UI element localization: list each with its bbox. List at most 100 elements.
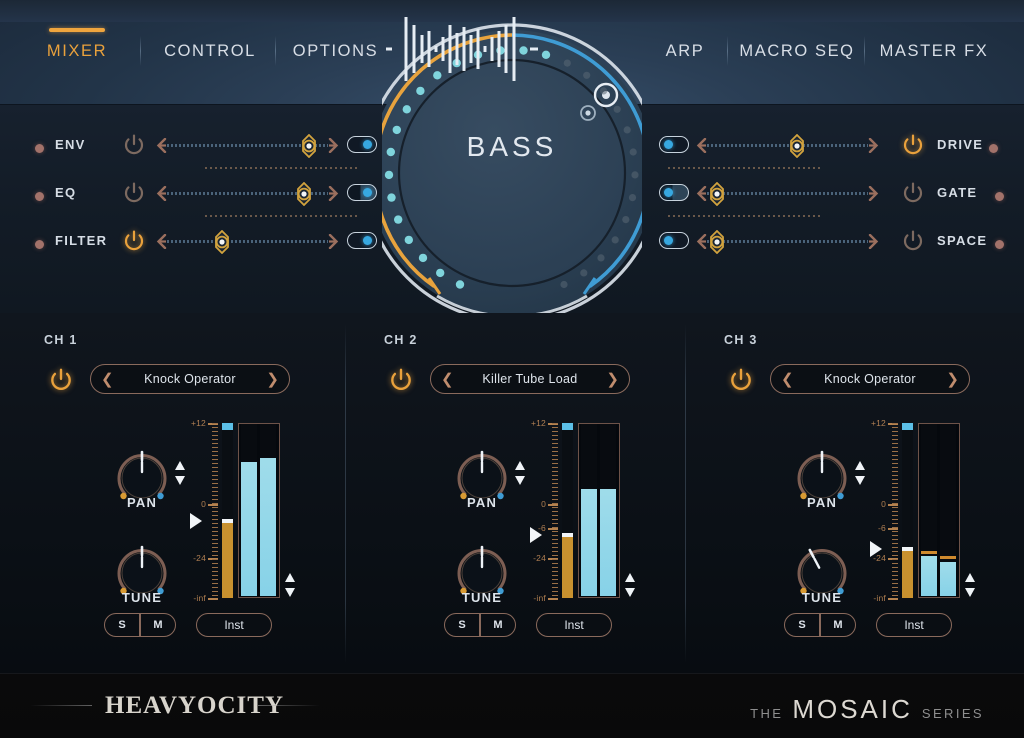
footer-rule-left bbox=[30, 705, 92, 706]
power-button-gate[interactable] bbox=[901, 181, 925, 205]
pan-knob[interactable]: PAN bbox=[792, 441, 852, 515]
fader-position-marker[interactable] bbox=[530, 527, 542, 543]
solo-button[interactable]: S bbox=[104, 613, 140, 637]
series-name-label: MOSAIC bbox=[792, 694, 913, 724]
slider-handle[interactable] bbox=[297, 133, 321, 159]
chevron-right-icon[interactable]: ❯ bbox=[606, 371, 619, 389]
slider-left-cap-icon bbox=[155, 233, 167, 250]
fx-toggle-space[interactable] bbox=[659, 232, 689, 249]
fx-toggle-filter[interactable] bbox=[347, 232, 377, 249]
power-button-filter[interactable] bbox=[122, 229, 146, 253]
volume-fader-track[interactable] bbox=[562, 423, 573, 598]
volume-fader-handle[interactable] bbox=[902, 547, 913, 551]
tab-mixer[interactable]: MIXER bbox=[30, 28, 124, 61]
status-dot bbox=[989, 144, 998, 153]
fx-toggle-drive[interactable] bbox=[659, 136, 689, 153]
slider-right-cap-icon bbox=[328, 185, 340, 202]
power-button-drive[interactable] bbox=[901, 133, 925, 157]
solo-button[interactable]: S bbox=[784, 613, 820, 637]
tune-knob[interactable]: TUNE bbox=[112, 536, 172, 610]
fx-row-separator bbox=[668, 167, 823, 169]
fx-slider-eq[interactable] bbox=[155, 181, 340, 207]
pan-knob[interactable]: PAN bbox=[112, 441, 172, 515]
slider-handle[interactable] bbox=[705, 181, 729, 207]
slider-handle[interactable] bbox=[785, 133, 809, 159]
slider-right-cap-icon bbox=[328, 137, 340, 154]
inst-button[interactable]: Inst bbox=[196, 613, 272, 637]
preset-selector[interactable]: ❮ Knock Operator ❯ bbox=[90, 364, 290, 394]
fx-row-drive: DRIVE bbox=[659, 127, 1004, 163]
tune-knob[interactable]: TUNE bbox=[792, 536, 852, 610]
tab-master-fx[interactable]: MASTER FX bbox=[872, 42, 996, 61]
mute-button[interactable]: M bbox=[480, 613, 516, 637]
scale-tick-major bbox=[888, 598, 898, 600]
macro-knob[interactable]: BASS bbox=[382, 13, 642, 333]
fx-slider-drive[interactable] bbox=[695, 133, 880, 159]
tune-knob[interactable]: TUNE bbox=[452, 536, 512, 610]
mosaic-series-logo: THE MOSAIC SERIES bbox=[750, 694, 984, 725]
power-button-env[interactable] bbox=[122, 133, 146, 157]
volume-fader-track[interactable] bbox=[222, 423, 233, 598]
knob-step-dot bbox=[402, 105, 411, 114]
preset-selector[interactable]: ❮ Killer Tube Load ❯ bbox=[430, 364, 630, 394]
gain-stepper[interactable] bbox=[284, 572, 296, 598]
tab-control[interactable]: CONTROL bbox=[160, 42, 260, 61]
solo-button[interactable]: S bbox=[444, 613, 480, 637]
volume-fader-track[interactable] bbox=[902, 423, 913, 598]
toggle-indicator bbox=[363, 236, 372, 245]
fader-top-indicator bbox=[562, 423, 573, 430]
gain-stepper[interactable] bbox=[964, 572, 976, 598]
channel-power-button[interactable] bbox=[48, 367, 74, 393]
meter-peak-hold bbox=[940, 556, 956, 559]
slider-handle[interactable] bbox=[210, 229, 234, 255]
tab-macro-seq[interactable]: MACRO SEQ bbox=[735, 42, 859, 61]
pan-knob[interactable]: PAN bbox=[452, 441, 512, 515]
channel-title: CH 1 bbox=[44, 333, 78, 347]
channel-power-button[interactable] bbox=[728, 367, 754, 393]
tab-options[interactable]: OPTIONS bbox=[287, 42, 384, 61]
fx-slider-space[interactable] bbox=[695, 229, 880, 255]
scale-label: +12 bbox=[870, 418, 886, 428]
fx-row-filter: FILTER bbox=[25, 223, 377, 259]
fader-position-marker[interactable] bbox=[190, 513, 202, 529]
fx-toggle-eq[interactable] bbox=[347, 184, 377, 201]
scale-ticks bbox=[552, 423, 558, 598]
series-suffix-label: SERIES bbox=[921, 706, 984, 721]
fx-toggle-gate[interactable] bbox=[659, 184, 689, 201]
slider-handle[interactable] bbox=[292, 181, 316, 207]
channel-power-button[interactable] bbox=[388, 367, 414, 393]
knob-step-dot bbox=[418, 253, 428, 263]
active-tab-indicator bbox=[49, 28, 105, 32]
fx-slider-filter[interactable] bbox=[155, 229, 340, 255]
chevron-right-icon[interactable]: ❯ bbox=[266, 371, 279, 389]
plugin-window: MIXER CONTROL OPTIONS ARP MACRO SEQ MAST… bbox=[0, 0, 1024, 738]
preset-selector[interactable]: ❮ Knock Operator ❯ bbox=[770, 364, 970, 394]
gain-stepper[interactable] bbox=[624, 572, 636, 598]
fx-toggle-env[interactable] bbox=[347, 136, 377, 153]
tab-arp[interactable]: ARP bbox=[645, 42, 725, 61]
scale-label: 0 bbox=[881, 499, 886, 509]
scale-label: +12 bbox=[190, 418, 206, 428]
slider-track bbox=[707, 240, 868, 243]
chevron-right-icon[interactable]: ❯ bbox=[946, 371, 959, 389]
power-button-eq[interactable] bbox=[122, 181, 146, 205]
fader-position-marker[interactable] bbox=[870, 541, 882, 557]
audio-waveform-icon bbox=[386, 17, 538, 81]
toggle-indicator bbox=[363, 188, 372, 197]
slider-handle[interactable] bbox=[705, 229, 729, 255]
fx-label-eq: EQ bbox=[55, 185, 77, 200]
fx-label-space: SPACE bbox=[937, 233, 988, 248]
mute-button[interactable]: M bbox=[140, 613, 176, 637]
inst-button[interactable]: Inst bbox=[876, 613, 952, 637]
knob-step-dot bbox=[622, 216, 630, 224]
knob-step-dot bbox=[387, 193, 396, 202]
fx-slider-env[interactable] bbox=[155, 133, 340, 159]
volume-fader-handle[interactable] bbox=[222, 519, 233, 523]
volume-fader-handle[interactable] bbox=[562, 533, 573, 537]
channel-title: CH 3 bbox=[724, 333, 758, 347]
inst-button[interactable]: Inst bbox=[536, 613, 612, 637]
fx-slider-gate[interactable] bbox=[695, 181, 880, 207]
status-dot bbox=[35, 144, 44, 153]
power-button-space[interactable] bbox=[901, 229, 925, 253]
mute-button[interactable]: M bbox=[820, 613, 856, 637]
